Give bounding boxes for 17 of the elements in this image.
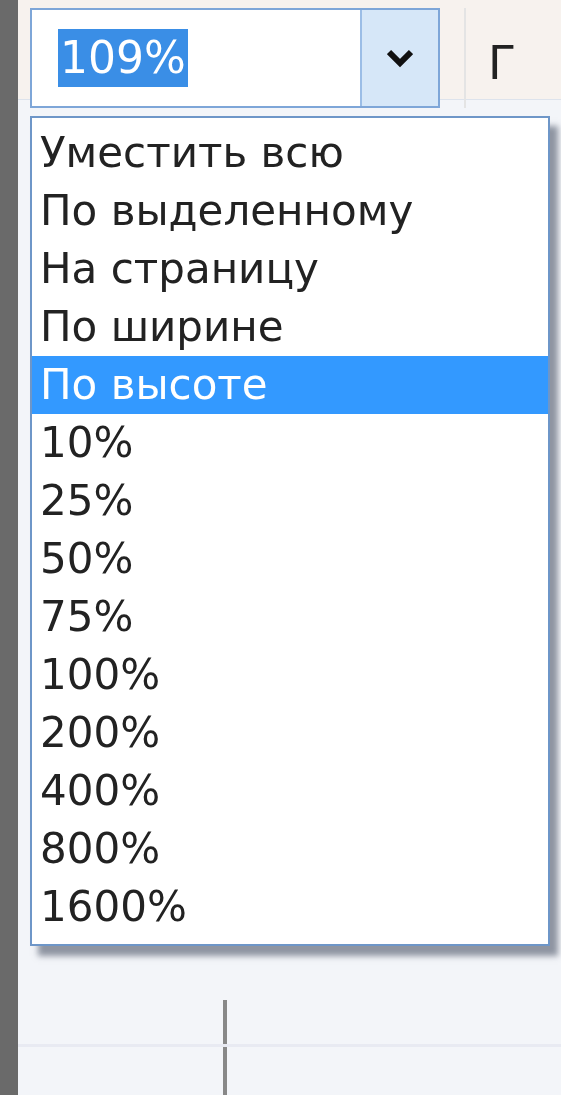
zoom-option[interactable]: Уместить всю [32,124,548,182]
chevron-down-icon [387,47,413,68]
zoom-option[interactable]: 50% [32,530,548,588]
zoom-option[interactable]: 10% [32,414,548,472]
zoom-option[interactable]: По ширине [32,298,548,356]
zoom-option[interactable]: 100% [32,646,548,704]
zoom-option[interactable]: 800% [32,820,548,878]
zoom-option[interactable]: 25% [32,472,548,530]
zoom-option[interactable]: На страницу [32,240,548,298]
zoom-option[interactable]: 75% [32,588,548,646]
toolbar-text: Г [464,7,517,108]
dropdown-button[interactable] [360,9,438,106]
zoom-value: 109% [58,28,188,87]
zoom-option[interactable]: 200% [32,704,548,762]
zoom-option[interactable]: 400% [32,762,548,820]
zoom-option[interactable]: По выделенному [32,182,548,240]
zoom-option[interactable]: 1600% [32,878,548,936]
